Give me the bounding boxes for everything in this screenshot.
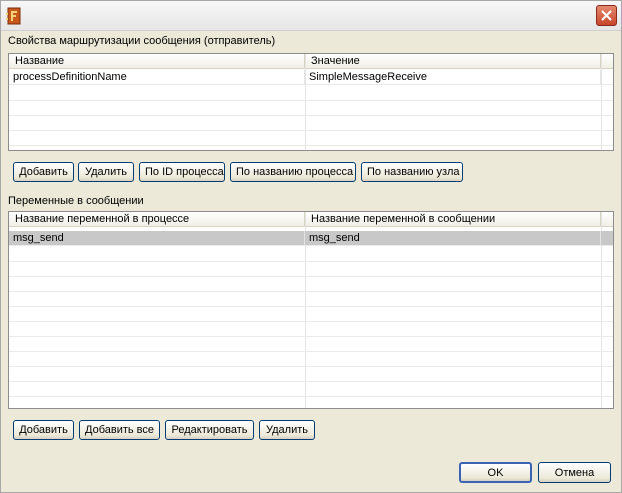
table-row-empty[interactable] (9, 277, 613, 292)
close-button[interactable] (596, 5, 617, 26)
routing-cell-value[interactable]: SimpleMessageReceive (305, 70, 601, 85)
variables-table[interactable]: Название переменной в процессе Название … (8, 211, 614, 409)
variables-cell-process[interactable]: msg_send (9, 231, 305, 246)
ok-button[interactable]: OK (459, 462, 532, 483)
variables-add-button[interactable]: Добавить (13, 420, 74, 440)
table-row-empty[interactable] (9, 382, 613, 397)
routing-delete-button[interactable]: Удалить (78, 162, 134, 182)
routing-add-button[interactable]: Добавить (13, 162, 74, 182)
variables-table-header: Название переменной в процессе Название … (9, 212, 613, 227)
routing-column-value[interactable]: Значение (305, 54, 601, 69)
routing-section-label: Свойства маршрутизации сообщения (отправ… (8, 35, 276, 47)
dialog-window: Свойства маршрутизации сообщения (отправ… (0, 0, 622, 493)
table-row-empty[interactable] (9, 352, 613, 367)
variables-delete-button[interactable]: Удалить (259, 420, 315, 440)
table-row-empty[interactable] (9, 101, 613, 116)
routing-table[interactable]: Название Значение processDefinitionName … (8, 53, 614, 151)
variables-add-all-button[interactable]: Добавить все (79, 420, 160, 440)
table-row-empty[interactable] (9, 131, 613, 146)
title-bar[interactable] (1, 1, 621, 31)
by-process-name-button[interactable]: По названию процесса (230, 162, 356, 182)
table-row-empty[interactable] (9, 116, 613, 131)
routing-table-header: Название Значение (9, 54, 613, 69)
variables-cell-message[interactable]: msg_send (305, 231, 601, 246)
table-row-empty[interactable] (9, 322, 613, 337)
table-row-empty[interactable] (9, 86, 613, 101)
table-row-empty[interactable] (9, 307, 613, 322)
variables-column-process[interactable]: Название переменной в процессе (9, 212, 305, 227)
table-row-empty[interactable] (9, 262, 613, 277)
variables-section-label: Переменные в сообщении (8, 195, 144, 207)
variables-column-message[interactable]: Название переменной в сообщении (305, 212, 601, 227)
variables-edit-button[interactable]: Редактировать (165, 420, 254, 440)
table-row[interactable]: processDefinitionName SimpleMessageRecei… (9, 70, 613, 85)
close-icon (601, 10, 612, 21)
routing-column-name[interactable]: Название (9, 54, 305, 69)
table-row-empty[interactable] (9, 292, 613, 307)
table-row-empty[interactable] (9, 247, 613, 262)
app-icon (6, 7, 21, 25)
by-node-name-button[interactable]: По названию узла (361, 162, 463, 182)
table-row-selected[interactable]: msg_send msg_send (9, 231, 613, 246)
table-row-empty[interactable] (9, 337, 613, 352)
cancel-button[interactable]: Отмена (538, 462, 611, 483)
by-process-id-button[interactable]: По ID процесса (139, 162, 225, 182)
table-row-empty[interactable] (9, 367, 613, 382)
routing-cell-name[interactable]: processDefinitionName (9, 70, 305, 85)
